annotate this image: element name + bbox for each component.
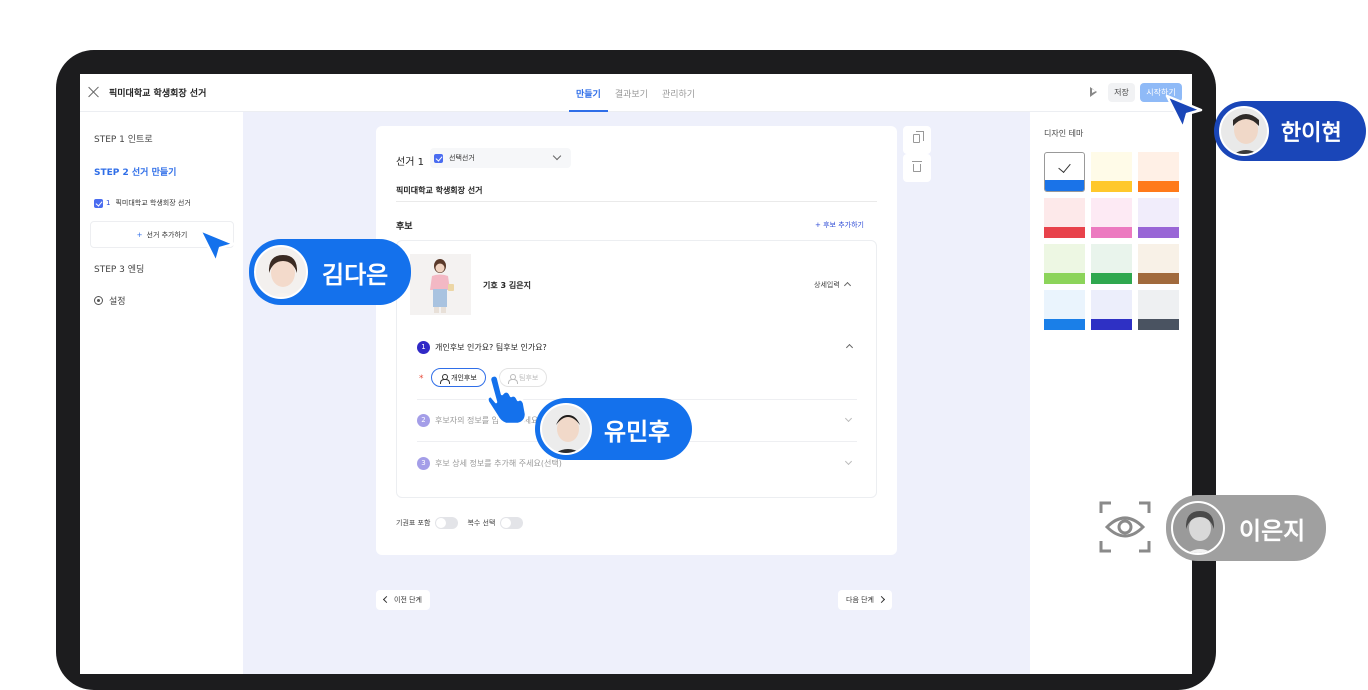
abstain-toggle[interactable]: [435, 517, 459, 529]
required-mark: *: [419, 374, 424, 384]
next-step-label: 다음 단계: [846, 596, 874, 604]
tab-manage[interactable]: 관리하기: [655, 74, 702, 112]
theme-swatch[interactable]: [1091, 198, 1132, 238]
collaborator-name: 한이현: [1281, 121, 1342, 146]
document-title: 픽미대학교 학생회장 선거: [109, 89, 207, 99]
election-type-select[interactable]: 선택선거: [430, 148, 571, 168]
theme-swatch[interactable]: [1138, 290, 1179, 330]
add-election-label: 선거 추가하기: [146, 231, 188, 239]
design-theme-label: 디자인 테마: [1044, 129, 1084, 138]
collaborator-callout-1: 한이현: [1214, 101, 1366, 161]
copy-icon: [913, 131, 924, 143]
prev-step-button[interactable]: 이전 단계: [376, 590, 430, 610]
trash-icon: [912, 161, 922, 172]
cursor-arrow-icon: [198, 228, 236, 264]
theme-swatch[interactable]: [1044, 198, 1085, 238]
avatar: [1219, 106, 1269, 156]
sidebar-election-item[interactable]: 1 픽미대학교 학생회장 선거: [94, 198, 191, 208]
candidate-photo: [410, 254, 471, 315]
top-bar: 픽미대학교 학생회장 선거 만들기 결과보기 관리하기 저장 시작하기: [80, 74, 1192, 112]
option-individual-label: 개인후보: [451, 373, 477, 382]
save-button[interactable]: 저장: [1108, 83, 1135, 102]
viewer-eye-icon: [1099, 501, 1151, 553]
tab-bar: 만들기 결과보기 관리하기: [569, 74, 702, 112]
theme-swatch[interactable]: [1044, 152, 1085, 192]
theme-swatch[interactable]: [1044, 290, 1085, 330]
detail-input-toggle[interactable]: 상세입력: [814, 280, 840, 290]
sidebar-settings[interactable]: 설정: [94, 294, 126, 307]
collaborator-name: 김다은: [322, 260, 389, 289]
question-number: 2: [417, 413, 430, 427]
question-number: 1: [417, 340, 430, 354]
theme-swatch[interactable]: [1044, 244, 1085, 284]
duplicate-button[interactable]: [903, 126, 931, 154]
question-text: 후보 상세 정보를 추가해 주세요(선택): [435, 458, 562, 468]
multi-select-toggle[interactable]: [500, 517, 524, 529]
avatar: [1171, 501, 1225, 555]
sidebar-step-ending[interactable]: STEP 3 엔딩: [94, 262, 144, 275]
next-step-button[interactable]: 다음 단계: [838, 590, 892, 610]
question-text: 개인후보 인가요? 팀후보 인가요?: [435, 342, 547, 352]
chevron-down-icon: [552, 151, 562, 161]
cursor-arrow-icon: [1165, 94, 1203, 130]
preview-play-icon[interactable]: [1090, 87, 1097, 97]
options-toggles: 기권표 포함 복수 선택: [396, 517, 532, 529]
checkbox-icon: [434, 153, 443, 163]
settings-label: 설정: [109, 297, 126, 307]
theme-swatch[interactable]: [1091, 244, 1132, 284]
person-icon: [440, 373, 450, 384]
sidebar-election-label: 픽미대학교 학생회장 선거: [115, 199, 191, 207]
collaborator-name: 유민후: [604, 417, 671, 446]
sidebar-election-number: 1: [106, 199, 111, 207]
theme-swatch[interactable]: [1091, 290, 1132, 330]
theme-swatch[interactable]: [1138, 198, 1179, 238]
gear-icon: [94, 296, 103, 305]
theme-swatch[interactable]: [1138, 244, 1179, 284]
theme-swatch[interactable]: [1091, 152, 1132, 192]
close-icon[interactable]: [88, 86, 100, 98]
prev-step-label: 이전 단계: [394, 596, 422, 604]
avatar: [254, 245, 308, 299]
editor-canvas: 선거 1 선택선거 픽미대학교 학생회장 선거 후보 + 후보 추가하기 기호 …: [243, 112, 1030, 674]
app-screen: 픽미대학교 학생회장 선거 만들기 결과보기 관리하기 저장 시작하기 STEP…: [80, 74, 1192, 674]
add-candidate-button[interactable]: + 후보 추가하기: [815, 220, 864, 230]
election-name-field[interactable]: 픽미대학교 학생회장 선거: [396, 185, 483, 196]
sidebar-step-election[interactable]: STEP 2 선거 만들기: [94, 165, 176, 178]
collaborator-callout-3: 유민후: [535, 398, 692, 460]
option-individual-candidate[interactable]: 개인후보: [431, 368, 486, 387]
election-type-value: 선택선거: [449, 154, 475, 162]
multi-select-toggle-label: 복수 선택: [467, 519, 496, 527]
candidates-heading: 후보: [396, 222, 413, 232]
chevron-left-icon: [382, 595, 391, 604]
checkbox-icon: [94, 198, 103, 208]
chevron-up-icon[interactable]: [843, 281, 852, 290]
sidebar-step-intro[interactable]: STEP 1 인트로: [94, 132, 153, 145]
theme-swatch[interactable]: [1138, 152, 1179, 192]
question-row-1[interactable]: 1 개인후보 인가요? 팀후보 인가요?: [417, 339, 857, 355]
question-number: 3: [417, 456, 430, 470]
plus-icon: +: [136, 231, 143, 239]
election-label: 선거 1: [396, 157, 424, 168]
abstain-toggle-label: 기권표 포함: [396, 519, 431, 527]
tab-create[interactable]: 만들기: [569, 74, 608, 112]
election-card: 선거 1 선택선거 픽미대학교 학생회장 선거 후보 + 후보 추가하기 기호 …: [376, 126, 897, 555]
chevron-right-icon: [877, 595, 886, 604]
collaborator-name: 이은지: [1239, 516, 1306, 545]
avatar: [540, 403, 592, 455]
steps-sidebar: STEP 1 인트로 STEP 2 선거 만들기 1 픽미대학교 학생회장 선거…: [80, 112, 243, 674]
hand-pointer-icon: [486, 374, 528, 426]
collaborator-callout-2: 김다은: [249, 239, 411, 305]
design-panel: 디자인 테마: [1030, 112, 1192, 674]
check-icon: [1058, 160, 1071, 173]
collaborator-callout-4: 이은지: [1166, 495, 1326, 561]
candidate-name: 기호 3 김은지: [483, 281, 531, 290]
divider: [396, 201, 877, 202]
tab-results[interactable]: 결과보기: [608, 74, 655, 112]
delete-button[interactable]: [903, 154, 931, 182]
